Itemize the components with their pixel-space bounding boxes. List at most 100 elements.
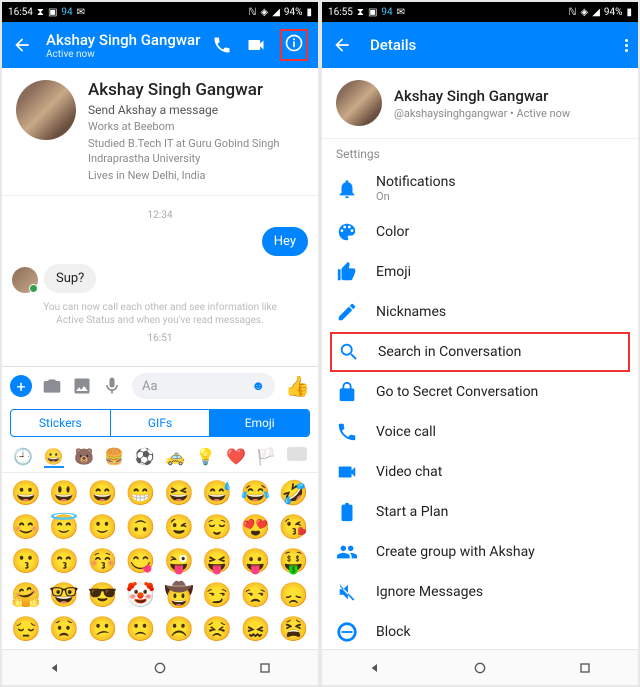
emoji-cell[interactable]: 🤣	[276, 477, 312, 509]
emoji-cell[interactable]: 😍	[238, 511, 274, 543]
row-label: Start a Plan	[376, 504, 448, 520]
emoji-cell[interactable]: 😕	[85, 613, 121, 645]
profile-study: Studied B.Tech IT at Guru Gobind Singh I…	[88, 137, 304, 166]
emoji-cat[interactable]: 🍔	[104, 447, 124, 468]
emoji-cell[interactable]: 😏	[199, 579, 235, 611]
settings-list[interactable]: Settings NotificationsOnColorEmojiNickna…	[322, 139, 638, 649]
add-button[interactable]: +	[10, 375, 32, 397]
video-icon[interactable]	[246, 35, 266, 55]
settings-row-bell[interactable]: NotificationsOn	[322, 165, 638, 212]
settings-row-search[interactable]: Search in Conversation	[330, 332, 630, 372]
emoji-cell[interactable]: 🤡	[123, 579, 159, 611]
emoji-cell[interactable]: 🙂	[85, 511, 121, 543]
android-nav	[322, 649, 638, 685]
emoji-cell[interactable]: 😆	[161, 477, 197, 509]
emoji-cell[interactable]: 😋	[123, 545, 159, 577]
message-out[interactable]: Hey	[262, 227, 308, 256]
nav-home-icon[interactable]	[152, 660, 168, 676]
emoji-cat[interactable]: 🕘	[13, 447, 33, 468]
emoji-cell[interactable]: 😙	[46, 545, 82, 577]
tab-stickers[interactable]: Stickers	[11, 410, 110, 436]
emoji-cell[interactable]: 😄	[85, 477, 121, 509]
profile-work: Works at Beebom	[88, 120, 304, 134]
mic-icon[interactable]	[102, 376, 122, 396]
nav-recent-icon[interactable]	[257, 660, 273, 676]
wifi-icon: ◈	[581, 7, 589, 18]
row-label: Emoji	[376, 264, 411, 280]
emoji-cell[interactable]: 😌	[199, 511, 235, 543]
emoji-cell[interactable]: 😞	[276, 579, 312, 611]
back-icon[interactable]	[12, 35, 32, 55]
nav-back-icon[interactable]	[367, 660, 383, 676]
emoji-cell[interactable]: 😫	[276, 613, 312, 645]
emoji-cell[interactable]: 😃	[46, 477, 82, 509]
camera-icon[interactable]	[42, 376, 62, 396]
emoji-cell[interactable]: 😀	[8, 477, 44, 509]
emoji-cell[interactable]: 😂	[238, 477, 274, 509]
emoji-cell[interactable]: 😒	[238, 579, 274, 611]
emoji-cell[interactable]: 😟	[46, 613, 82, 645]
settings-row-pencil[interactable]: Nicknames	[322, 292, 638, 332]
details-profile[interactable]: Akshay Singh Gangwar @akshaysinghgangwar…	[322, 68, 638, 139]
emoji-cell[interactable]: 😚	[85, 545, 121, 577]
emoji-cell[interactable]: 😛	[238, 545, 274, 577]
emoji-cell[interactable]: 😘	[276, 511, 312, 543]
emoji-cell[interactable]: 😉	[161, 511, 197, 543]
emoji-cat[interactable]: 😀	[44, 447, 64, 468]
settings-row-phone[interactable]: Voice call	[322, 412, 638, 452]
profile-card[interactable]: Akshay Singh Gangwar Send Akshay a messa…	[2, 68, 318, 196]
emoji-cell[interactable]: 🤗	[8, 579, 44, 611]
emoji-cell[interactable]: 😇	[46, 511, 82, 543]
message-in[interactable]: Sup?	[44, 264, 96, 293]
emoji-cell[interactable]: 😔	[8, 613, 44, 645]
phone-right: 16:55 ⧗ ▣ 94 ✉ ℕ ◈ ◢ 94% ▮ Details Aksha…	[322, 2, 638, 685]
phone-icon	[336, 421, 358, 443]
emoji-cell[interactable]: 🤓	[46, 579, 82, 611]
phone-icon[interactable]	[212, 35, 232, 55]
settings-row-group[interactable]: Create group with Akshay	[322, 532, 638, 572]
emoji-cell[interactable]: 🤠	[161, 579, 197, 611]
emoji-cat[interactable]: 🏳️	[256, 447, 276, 468]
header-title[interactable]: Akshay Singh Gangwar	[46, 31, 200, 49]
settings-row-lock[interactable]: Go to Secret Conversation	[322, 372, 638, 412]
emoji-cell[interactable]: 😖	[238, 613, 274, 645]
emoji-cell[interactable]: 🙁	[123, 613, 159, 645]
settings-row-thumb[interactable]: Emoji	[322, 252, 638, 292]
settings-row-mute[interactable]: Ignore Messages	[322, 572, 638, 612]
emoji-cell[interactable]: 😁	[123, 477, 159, 509]
emoji-cell[interactable]: 😊	[8, 511, 44, 543]
settings-row-clipboard[interactable]: Start a Plan	[322, 492, 638, 532]
overflow-icon[interactable]	[625, 39, 628, 52]
like-icon[interactable]: 👍	[285, 374, 310, 398]
backspace-icon[interactable]	[287, 447, 307, 461]
emoji-cell[interactable]: 🙃	[123, 511, 159, 543]
emoji-cell[interactable]: 😗	[8, 545, 44, 577]
message-input[interactable]: Aa ☻	[132, 373, 275, 399]
emoji-cell[interactable]: ☹️	[161, 613, 197, 645]
nav-recent-icon[interactable]	[577, 660, 593, 676]
back-icon[interactable]	[332, 35, 352, 55]
tab-emoji[interactable]: Emoji	[210, 410, 309, 436]
emoji-cell[interactable]: 😎	[85, 579, 121, 611]
emoji-cat[interactable]: 🐻	[74, 447, 94, 468]
emoji-cat[interactable]: 🚕	[165, 447, 185, 468]
emoji-cell[interactable]: 🤑	[276, 545, 312, 577]
tab-gifs[interactable]: GIFs	[110, 410, 211, 436]
nav-home-icon[interactable]	[472, 660, 488, 676]
emoji-cat[interactable]: 💡	[196, 447, 216, 468]
gallery-icon[interactable]	[72, 376, 92, 396]
settings-row-video[interactable]: Video chat	[322, 452, 638, 492]
emoji-cell[interactable]: 😅	[199, 477, 235, 509]
settings-row-block[interactable]: Block	[322, 612, 638, 649]
emoji-toggle-icon[interactable]: ☻	[251, 378, 265, 394]
avatar	[336, 80, 382, 126]
details-name: Akshay Singh Gangwar	[394, 87, 570, 105]
settings-row-palette[interactable]: Color	[322, 212, 638, 252]
emoji-cell[interactable]: 😣	[199, 613, 235, 645]
emoji-cat[interactable]: ⚽	[135, 447, 155, 468]
nav-back-icon[interactable]	[47, 660, 63, 676]
emoji-cell[interactable]: 😜	[161, 545, 197, 577]
info-icon[interactable]	[284, 33, 304, 53]
emoji-cell[interactable]: 😝	[199, 545, 235, 577]
emoji-cat[interactable]: ❤️	[226, 447, 246, 468]
